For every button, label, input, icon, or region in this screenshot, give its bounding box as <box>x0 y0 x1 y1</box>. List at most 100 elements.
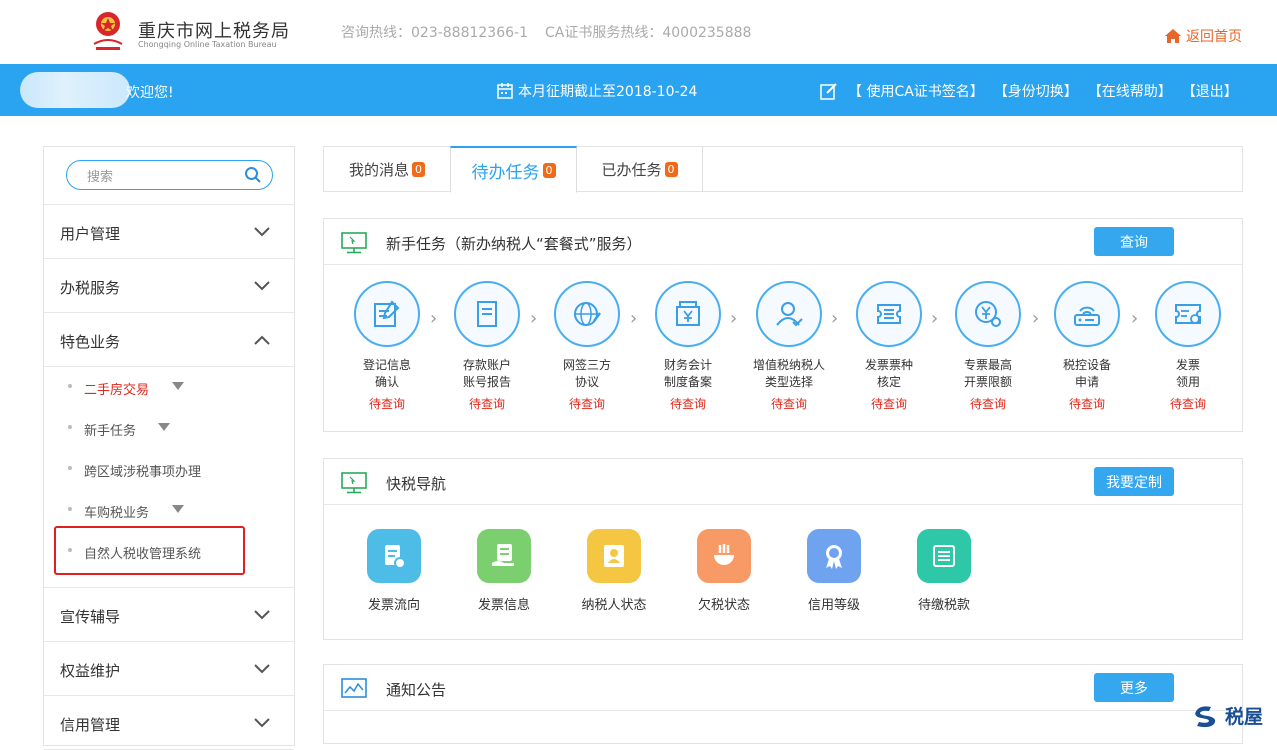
quick-credit-level[interactable]: 信用等级 <box>789 529 879 613</box>
chevron-down-icon <box>254 281 270 291</box>
panel-header: 通知公告 更多 <box>324 665 1242 711</box>
step-name: 登记信息 确认 <box>342 357 432 391</box>
step-status[interactable]: 待查询 <box>943 395 1033 412</box>
search-icon[interactable] <box>244 166 262 184</box>
step-status[interactable]: 待查询 <box>1143 395 1233 412</box>
sidebar: 搜索 用户管理 办税服务 特色业务 二手房交易 新手任务 跨区域涉税事项办理 车… <box>43 146 295 750</box>
search-input[interactable]: 搜索 <box>66 160 273 190</box>
watermark: 税屋 <box>1193 702 1263 729</box>
step-name: 增值税纳税人 类型选择 <box>744 357 834 391</box>
quick-invoice-flow[interactable]: 发票流向 <box>349 529 439 613</box>
step-line1: 网签三方 <box>562 358 611 372</box>
caret-down-icon[interactable] <box>172 505 184 513</box>
quick-invoice-info[interactable]: 发票信息 <box>459 529 549 613</box>
step-line2: 申请 <box>1074 375 1099 389</box>
step-status[interactable]: 待查询 <box>744 395 834 412</box>
ca-sign-button[interactable]: 【 使用CA证书签名】 <box>848 81 984 101</box>
submenu-newbie-task[interactable]: 新手任务 <box>44 408 294 449</box>
step-status[interactable]: 待查询 <box>643 395 733 412</box>
submenu-cross-region[interactable]: 跨区域涉税事项办理 <box>44 449 294 490</box>
blurred-username <box>20 72 130 108</box>
tab-my-messages[interactable]: 我的消息 0 <box>324 147 450 192</box>
step-line1: 发票 <box>1175 358 1200 372</box>
logout-button[interactable]: 【退出】 <box>1182 81 1238 101</box>
step-accounting-system[interactable]: 财务会计 制度备案 待查询 <box>643 281 733 412</box>
step-status[interactable]: 待查询 <box>844 395 934 412</box>
customize-button[interactable]: 我要定制 <box>1094 467 1174 496</box>
invoice-flow-icon <box>367 529 421 583</box>
bar-actions: 【 使用CA证书签名】 【身份切换】 【在线帮助】 【退出】 <box>820 81 1238 101</box>
switch-identity-button[interactable]: 【身份切换】 <box>994 81 1078 101</box>
tab-done-tasks[interactable]: 已办任务 0 <box>577 147 703 192</box>
step-name: 发票票种 核定 <box>844 357 934 391</box>
step-registration-confirm[interactable]: 登记信息 确认 待查询 <box>342 281 432 412</box>
chevron-down-icon <box>254 610 270 620</box>
registration-icon <box>374 300 400 327</box>
submenu-label: 车购税业务 <box>84 506 150 521</box>
caret-down-icon[interactable] <box>158 423 170 431</box>
quick-nav-panel: 快税导航 我要定制 发票流向 发票信息 纳税人状态 欠税状态 信用等级 待缴税款 <box>323 458 1243 640</box>
caret-down-icon[interactable] <box>172 382 184 390</box>
chevron-down-icon <box>254 664 270 674</box>
step-invoice-claim[interactable]: 发票 领用 待查询 <box>1143 281 1233 412</box>
menu-label: 信用管理 <box>60 716 121 734</box>
submenu-vehicle-tax[interactable]: 车购税业务 <box>44 490 294 531</box>
bullet <box>68 425 72 429</box>
step-status[interactable]: 待查询 <box>342 395 432 412</box>
step-name: 专票最高 开票限额 <box>943 357 1033 391</box>
globe-pen-icon <box>574 302 601 326</box>
arrow-right-icon: › <box>630 308 638 329</box>
menu-credit[interactable]: 信用管理 <box>44 696 294 750</box>
quick-pending-tax[interactable]: 待缴税款 <box>899 529 989 613</box>
home-link[interactable]: 返回首页 <box>1164 26 1242 46</box>
submenu-label: 跨区域涉税事项办理 <box>84 465 202 480</box>
step-name: 存款账户 账号报告 <box>442 357 532 391</box>
more-button[interactable]: 更多 <box>1094 673 1174 702</box>
document-icon <box>477 301 497 327</box>
step-line2: 领用 <box>1175 375 1200 389</box>
step-status[interactable]: 待查询 <box>542 395 632 412</box>
task-tabs: 我的消息 0 待办任务 0 已办任务 0 <box>323 146 1243 193</box>
quick-taxpayer-status[interactable]: 纳税人状态 <box>569 529 659 613</box>
step-special-invoice-limit[interactable]: 专票最高 开票限额 待查询 <box>943 281 1033 412</box>
edit-icon <box>820 83 837 100</box>
bullet <box>68 466 72 470</box>
step-tax-control-device[interactable]: 税控设备 申请 待查询 <box>1042 281 1132 412</box>
step-tripartite-agreement[interactable]: 网签三方 协议 待查询 <box>542 281 632 412</box>
newbie-task-panel: 新手任务（新办纳税人“套餐式”服务） 查询 登记信息 确认 待查询 › 存款账户账… <box>323 218 1243 432</box>
step-status[interactable]: 待查询 <box>442 395 532 412</box>
menu-tax-services[interactable]: 办税服务 <box>44 259 294 313</box>
pending-tax-icon <box>917 529 971 583</box>
quick-label: 信用等级 <box>807 598 860 613</box>
tab-pending-tasks[interactable]: 待办任务 0 <box>450 146 577 193</box>
menu-user-management[interactable]: 用户管理 <box>44 205 294 259</box>
tab-badge: 0 <box>664 162 678 177</box>
panel-title: 通知公告 <box>386 681 447 699</box>
step-name: 发票 领用 <box>1143 357 1233 391</box>
notice-panel: 通知公告 更多 <box>323 664 1243 744</box>
step-icon-circle <box>655 281 721 347</box>
menu-publicity[interactable]: 宣传辅导 <box>44 588 294 642</box>
step-icon-circle <box>756 281 822 347</box>
online-help-button[interactable]: 【在线帮助】 <box>1088 81 1172 101</box>
step-icon-circle <box>856 281 922 347</box>
menu-special-business[interactable]: 特色业务 <box>44 313 294 367</box>
quick-label: 发票信息 <box>477 598 530 613</box>
tab-label: 待办任务 <box>471 162 540 183</box>
user-check-icon <box>776 302 803 327</box>
query-button[interactable]: 查询 <box>1094 227 1174 256</box>
quick-arrears-status[interactable]: 欠税状态 <box>679 529 769 613</box>
quick-label: 发票流向 <box>367 598 420 613</box>
red-highlight-box <box>54 526 245 575</box>
step-line1: 增值税纳税人 <box>752 358 825 372</box>
step-status[interactable]: 待查询 <box>1042 395 1132 412</box>
step-bank-account[interactable]: 存款账户 账号报告 待查询 <box>442 281 532 412</box>
arrow-right-icon: › <box>1032 308 1040 329</box>
step-vat-type[interactable]: 增值税纳税人 类型选择 待查询 <box>744 281 834 412</box>
menu-rights[interactable]: 权益维护 <box>44 642 294 696</box>
quick-nav-items: 发票流向 发票信息 纳税人状态 欠税状态 信用等级 待缴税款 <box>324 505 1242 637</box>
step-invoice-type[interactable]: 发票票种 核定 待查询 <box>844 281 934 412</box>
home-link-label: 返回首页 <box>1186 29 1242 45</box>
submenu-second-hand-house[interactable]: 二手房交易 <box>44 367 294 408</box>
consult-hotline: 咨询热线：023-88812366-1 <box>341 25 528 41</box>
